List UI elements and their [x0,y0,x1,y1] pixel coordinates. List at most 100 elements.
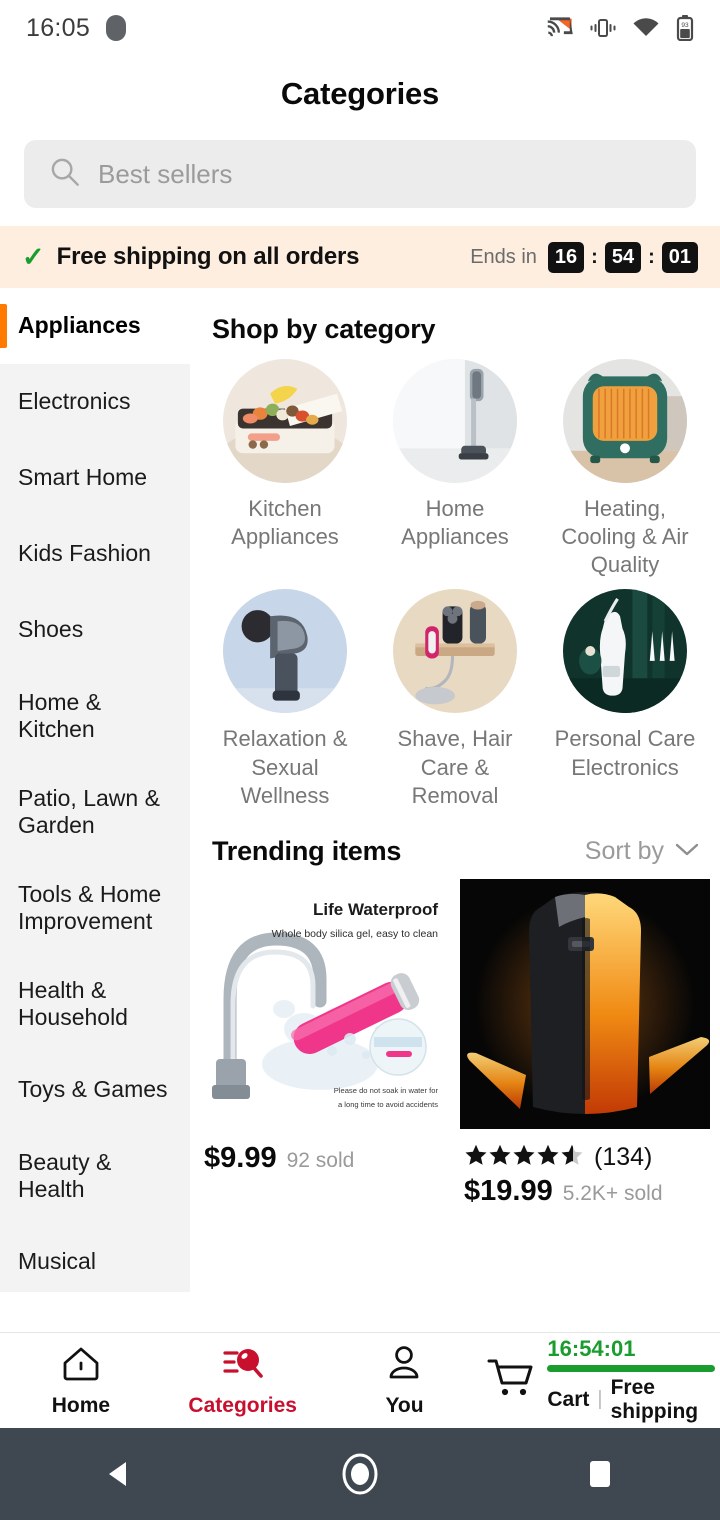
trending-header: Trending items Sort by [190,810,720,879]
nav-item-cart[interactable]: 16:54:01 Cart | Free shipping [485,1333,720,1428]
bottom-navigation: Home Categories You 16:54:01 Cart | Free… [0,1332,720,1428]
sidebar-item-label: Beauty & Health [18,1148,112,1202]
sidebar-item-toys-games[interactable]: Toys & Games [0,1052,190,1128]
triangle-left-icon [109,1462,126,1486]
category-tile-kitchen-appliances[interactable]: Kitchen Appliances [200,359,370,579]
main-panel: Shop by category Kitchen Appliances Home… [190,288,720,1292]
countdown-timer: Ends in 16 : 54 : 01 [470,241,698,273]
countdown-seconds: 01 [661,241,698,273]
product-card[interactable]: (134) $19.99 5.2K+ sold [460,878,710,1208]
sidebar-item-label: Toys & Games [18,1076,168,1103]
shop-by-category-title: Shop by category [212,314,436,344]
promo-message: Free shipping on all orders [56,243,360,270]
circle-icon [342,1453,378,1495]
category-tile-personal-care-electronics[interactable]: Personal Care Electronics [540,589,710,809]
ends-in-label: Ends in [470,245,537,268]
nav-item-categories[interactable]: Categories [162,1333,324,1428]
nav-item-label: Home [51,1394,111,1417]
shopping-cart-icon [485,1355,537,1406]
star-rating-icon [464,1142,586,1173]
countdown-separator-1: : [591,245,598,268]
water-flosser-image [563,589,687,714]
category-tile-home-appliances[interactable]: Home Appliances [370,359,540,579]
trending-title: Trending items [212,835,402,866]
cordless-stick-vacuum-image [393,359,517,483]
recents-button[interactable] [540,1428,660,1520]
cart-countdown-timer: 16:54:01 [547,1335,636,1361]
trending-products-grid: Life Waterproof Whole body silica gel, e… [190,878,720,1208]
sidebar-item-appliances[interactable]: Appliances [0,288,190,364]
page-title: Categories [280,76,440,111]
category-tile-relaxation-wellness[interactable]: Relaxation & Sexual Wellness [200,589,370,809]
sidebar-item-tools-home-improvement[interactable]: Tools & Home Improvement [0,860,190,956]
category-grid: Kitchen Appliances Home Appliances Heati… [190,359,720,810]
product-price: $9.99 [204,1141,277,1174]
category-sidebar[interactable]: Appliances Electronics Smart Home Kids F… [0,288,190,1292]
nav-item-label: You [385,1394,424,1417]
shavers-on-wall-rack-image [393,589,517,714]
nav-item-you[interactable]: You [324,1333,486,1428]
screen-cast-icon [546,16,574,40]
sidebar-item-label: Appliances [18,312,141,339]
product-image-footnote-line1: Please do not soak in water for [334,1086,439,1095]
category-tile-label: Home Appliances [401,496,509,550]
sidebar-item-shoes[interactable]: Shoes [0,592,190,668]
category-tile-heating-cooling[interactable]: Heating, Cooling & Air Quality [540,359,710,579]
product-image-headline: Life Waterproof [313,900,438,919]
sort-by-button[interactable]: Sort by [585,837,700,866]
sidebar-item-electronics[interactable]: Electronics [0,364,190,440]
check-icon: ✓ [22,241,45,272]
green-space-heater-image [563,359,687,483]
home-icon [59,1343,103,1390]
countdown-separator-2: : [648,245,655,268]
sidebar-item-label: Musical [18,1248,96,1275]
sidebar-item-home-kitchen[interactable]: Home & Kitchen [0,668,190,764]
person-icon [383,1343,425,1390]
wifi-icon [632,17,660,39]
sort-by-label: Sort by [584,836,664,865]
sidebar-item-kids-fashion[interactable]: Kids Fashion [0,516,190,592]
category-tile-shave-hair-care[interactable]: Shave, Hair Care & Removal [370,589,540,809]
free-shipping-progress-bar [547,1364,716,1372]
category-tile-label: Heating, Cooling & Air Quality [561,496,689,578]
nav-item-home[interactable]: Home [0,1333,162,1428]
back-button[interactable] [60,1428,180,1520]
sidebar-item-smart-home[interactable]: Smart Home [0,440,190,516]
status-bar: 16:05 93 [0,0,720,56]
product-rating: (134) [464,1142,706,1173]
pink-waterproof-massager-image: Life Waterproof Whole body silica gel, e… [200,878,450,1132]
sidebar-item-label: Home & Kitchen [18,688,102,742]
cart-divider: | [597,1388,603,1410]
free-shipping-banner[interactable]: ✓ Free shipping on all orders Ends in 16… [0,226,720,288]
product-sold-count: 5.2K+ sold [562,1181,663,1205]
sidebar-item-label: Patio, Lawn & Garden [18,784,160,838]
content-area: Appliances Electronics Smart Home Kids F… [0,288,720,1292]
status-bar-time: 16:05 [26,13,91,42]
product-review-count: (134) [594,1142,653,1171]
svg-text:93: 93 [681,22,689,29]
electric-griddle-with-food-image [223,359,347,483]
sidebar-item-beauty-health[interactable]: Beauty & Health [0,1128,190,1224]
sidebar-item-musical[interactable]: Musical [0,1224,190,1292]
black-heated-vest-image [460,878,710,1132]
search-placeholder: Best sellers [98,158,233,189]
sidebar-item-health-household[interactable]: Health & Household [0,956,190,1052]
home-button[interactable] [300,1428,420,1520]
android-system-navigation [0,1428,720,1520]
category-tile-label: Personal Care Electronics [554,726,696,780]
product-card[interactable]: Life Waterproof Whole body silica gel, e… [200,878,450,1208]
countdown-hours: 16 [547,241,585,273]
product-sold-count: 92 sold [286,1148,355,1172]
square-icon [590,1461,610,1487]
sidebar-item-patio-lawn-garden[interactable]: Patio, Lawn & Garden [0,764,190,860]
search-icon [50,157,80,192]
chevron-down-icon [674,841,700,862]
cart-free-shipping-label: Free shipping [610,1375,699,1423]
nav-item-label: Categories [188,1394,297,1417]
sidebar-item-label: Health & Household [18,976,128,1030]
sidebar-item-label: Electronics [18,388,131,415]
category-tile-label: Relaxation & Sexual Wellness [222,726,348,808]
category-tile-label: Shave, Hair Care & Removal [397,726,513,808]
search-input[interactable]: Best sellers [24,140,696,208]
cart-label: Cart [547,1387,590,1411]
